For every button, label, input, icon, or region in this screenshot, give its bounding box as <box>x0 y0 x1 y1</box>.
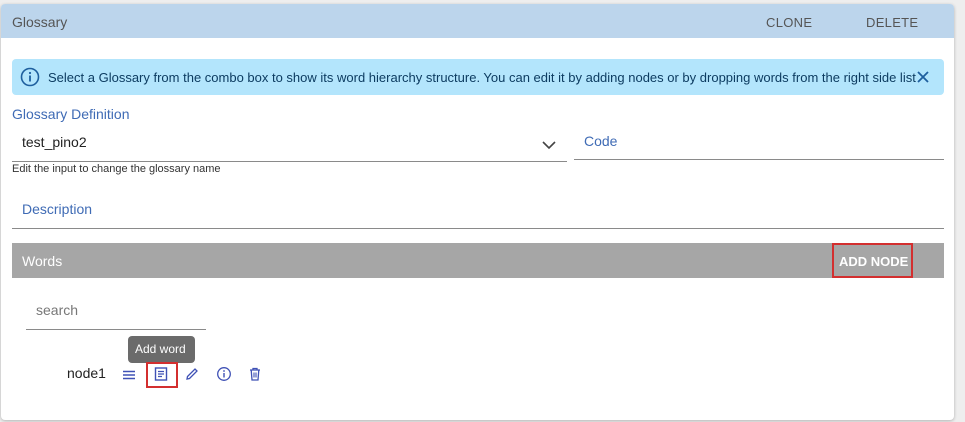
edit-icon[interactable] <box>184 366 200 382</box>
clone-button[interactable]: CLONE <box>766 15 812 30</box>
panel-title: Glossary <box>12 14 68 30</box>
words-section-header: Words ADD NODE <box>12 243 944 278</box>
info-icon[interactable] <box>216 366 232 382</box>
panel-header: Glossary CLONE DELETE <box>1 4 954 38</box>
chevron-down-icon[interactable] <box>542 137 556 150</box>
code-field[interactable]: Code <box>584 133 617 149</box>
words-title: Words <box>22 253 63 269</box>
tree-node-label[interactable]: node1 <box>67 365 106 381</box>
search-input-underline <box>26 329 206 330</box>
glossary-definition-label: Glossary Definition <box>12 106 130 122</box>
add-node-label: ADD NODE <box>839 254 909 269</box>
add-word-tooltip: Add word <box>128 336 195 363</box>
add-word-highlight <box>146 362 178 388</box>
menu-icon[interactable] <box>121 367 137 383</box>
info-icon <box>20 67 40 87</box>
info-banner-text: Select a Glossary from the combo box to … <box>48 70 916 85</box>
glossary-helper-text: Edit the input to change the glossary na… <box>12 163 221 175</box>
glossary-definition-select[interactable]: test_pino2 <box>22 134 87 150</box>
description-field[interactable]: Description <box>22 201 92 217</box>
description-field-underline <box>12 228 944 229</box>
add-node-button[interactable]: ADD NODE <box>832 243 913 278</box>
code-field-underline <box>574 159 944 160</box>
delete-icon[interactable] <box>247 366 263 382</box>
info-banner: Select a Glossary from the combo box to … <box>12 59 944 95</box>
close-icon[interactable] <box>916 70 930 84</box>
tooltip-text: Add word <box>135 342 186 356</box>
glossary-panel: Glossary CLONE DELETE Select a Glossary … <box>1 4 954 420</box>
glossary-definition-underline <box>12 161 567 162</box>
delete-button[interactable]: DELETE <box>866 15 918 30</box>
search-input[interactable]: search <box>36 302 78 318</box>
